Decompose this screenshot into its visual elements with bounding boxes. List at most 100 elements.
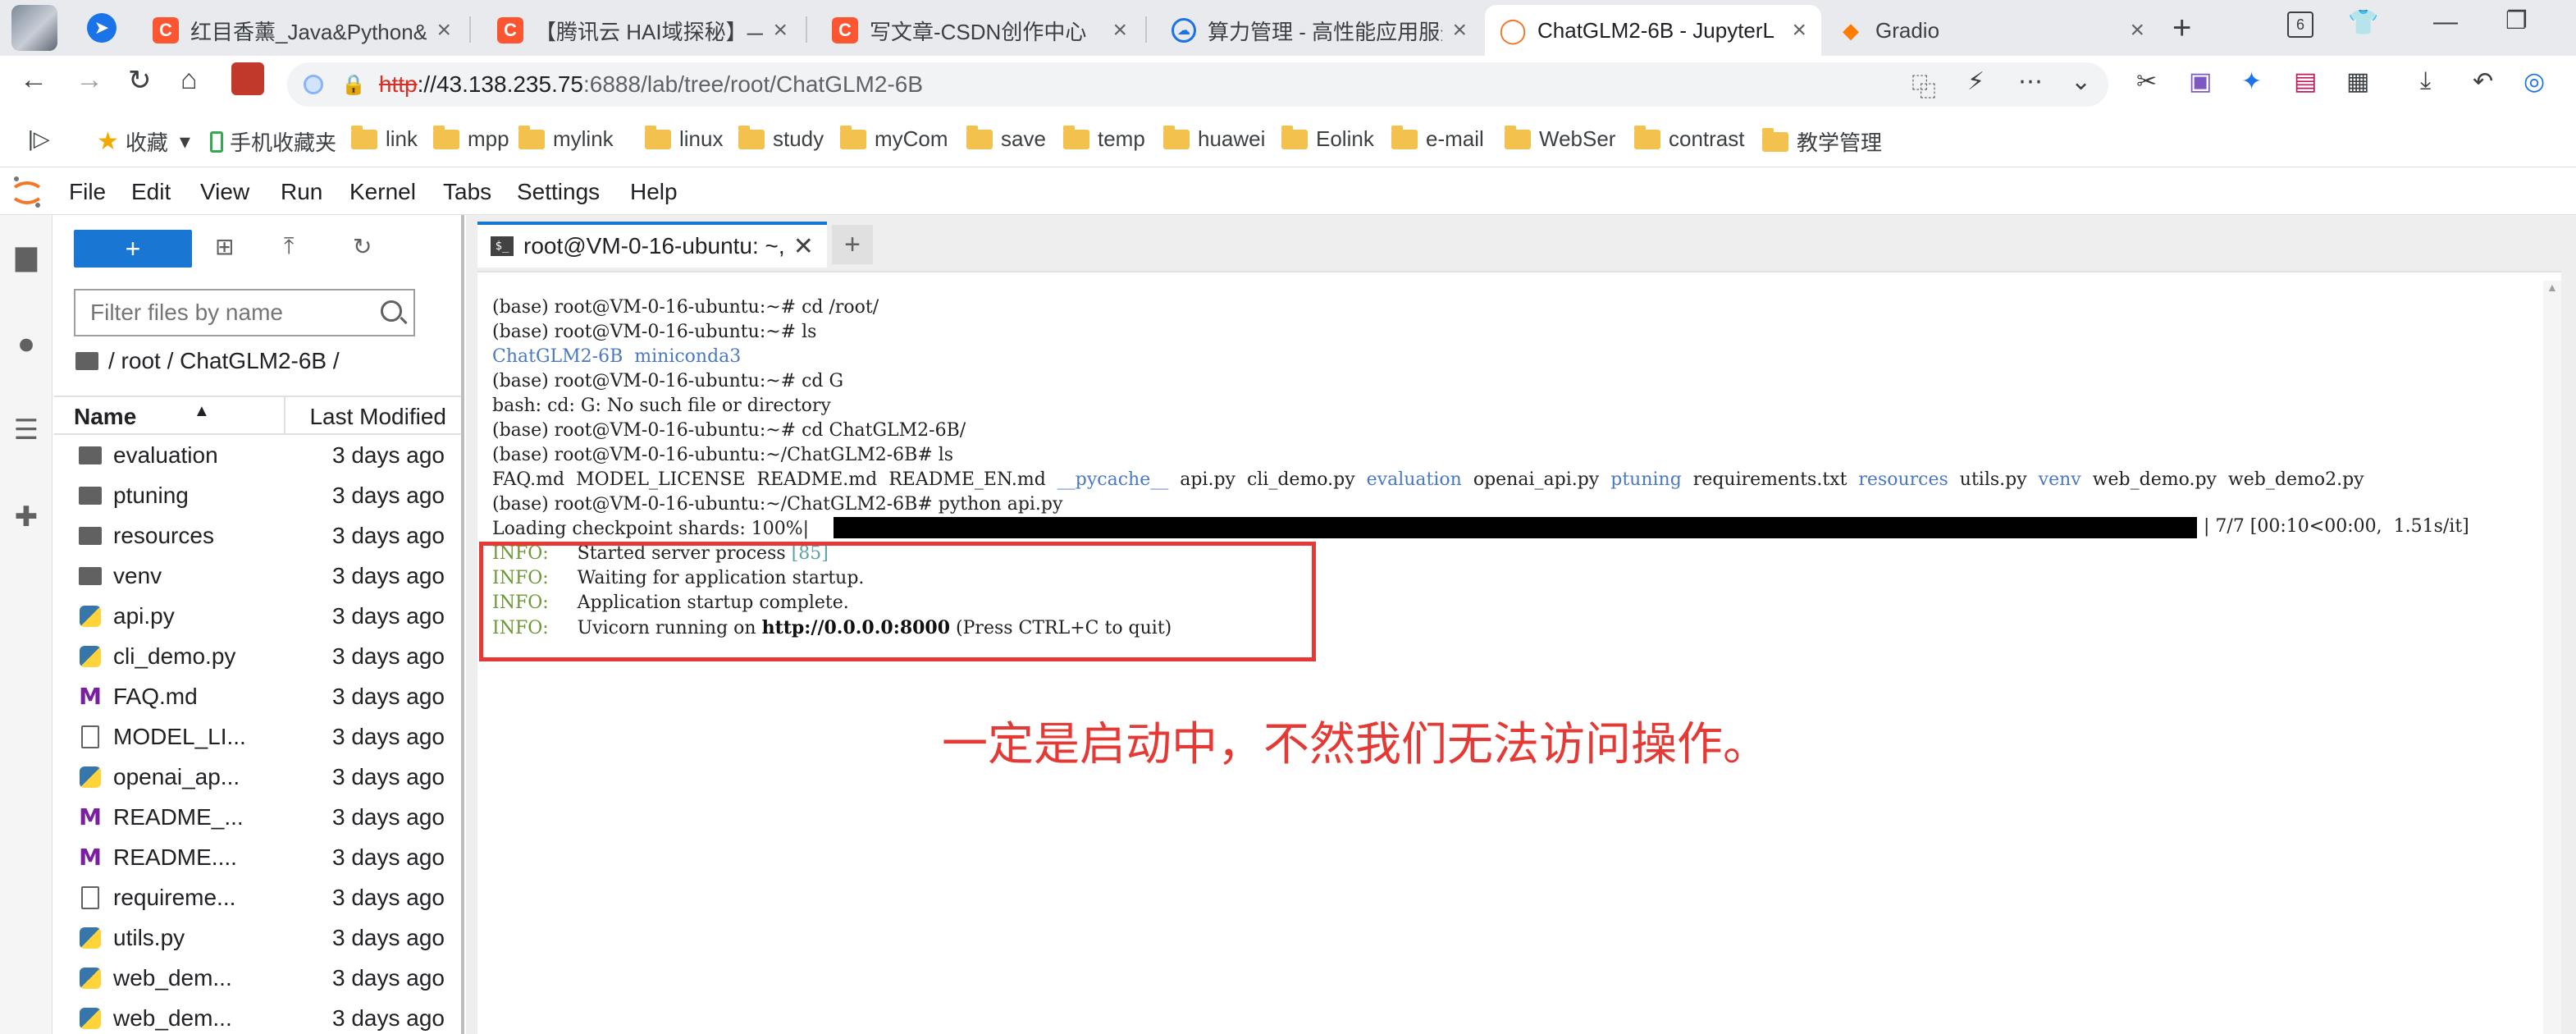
profile-avatar[interactable]: [11, 5, 57, 51]
bookmark-item[interactable]: 手机收藏夹: [210, 126, 336, 157]
scissors-icon[interactable]: ✂: [2136, 67, 2157, 96]
file-row[interactable]: M FAQ.md 3 days ago: [54, 676, 461, 716]
bookmark-item[interactable]: Eolink: [1281, 125, 1374, 152]
tshirt-icon[interactable]: 👕: [2348, 8, 2378, 37]
bookmark-item[interactable]: huawei: [1163, 125, 1265, 152]
close-tab-icon[interactable]: ×: [2130, 16, 2144, 44]
minimize-icon[interactable]: —: [2433, 8, 2458, 36]
refresh-icon[interactable]: ↻: [353, 233, 372, 260]
menu-item[interactable]: Edit: [131, 179, 171, 205]
site-info-icon[interactable]: [304, 75, 323, 94]
browser-tab[interactable]: C 【腾讯云 HAI域探秘】—— ×: [482, 5, 802, 56]
bookmark-item[interactable]: save: [966, 125, 1046, 152]
bookmark-item[interactable]: ★ 收藏 ▾: [97, 126, 190, 157]
undo-icon[interactable]: ↶: [2473, 67, 2493, 96]
bookmark-item[interactable]: temp: [1063, 125, 1145, 152]
terminal-tab[interactable]: $_ root@VM-0-16-ubuntu: ~, ✕: [477, 222, 827, 268]
close-tab-icon[interactable]: ×: [1792, 16, 1806, 44]
terminal-scrollbar[interactable]: [2543, 281, 2561, 1034]
file-row[interactable]: cli_demo.py 3 days ago: [54, 636, 461, 676]
bookmark-item[interactable]: contrast: [1634, 125, 1745, 152]
translate-ext-icon[interactable]: ▣: [2189, 67, 2212, 96]
translate-icon[interactable]: ⿻: [1911, 67, 1936, 103]
file-row[interactable]: ptuning 3 days ago: [54, 475, 461, 515]
chevron-down-icon[interactable]: ⌄: [2071, 67, 2091, 96]
add-tab-button[interactable]: +: [832, 225, 873, 264]
ai-ext-icon[interactable]: ✦: [2241, 67, 2262, 96]
file-row[interactable]: openai_ap... 3 days ago: [54, 757, 461, 797]
bookmark-item[interactable]: mylink: [518, 125, 614, 152]
more-dots-icon[interactable]: ⋯: [2018, 67, 2043, 96]
column-name[interactable]: Name: [74, 404, 136, 430]
chevron-down-icon[interactable]: ▾: [180, 129, 190, 154]
bookmark-item[interactable]: e-mail: [1391, 125, 1484, 152]
new-launcher-button[interactable]: +: [74, 230, 192, 268]
back-icon[interactable]: ←: [20, 64, 48, 96]
file-row[interactable]: venv 3 days ago: [54, 556, 461, 596]
close-tab-icon[interactable]: ×: [436, 16, 451, 44]
browser-tab[interactable]: ◯ ChatGLM2-6B - JupyterL ×: [1485, 5, 1821, 56]
menu-item[interactable]: Run: [281, 179, 322, 205]
running-stop-icon[interactable]: ⏺: [10, 328, 43, 361]
folder-icon[interactable]: [75, 352, 98, 370]
file-row[interactable]: evaluation 3 days ago: [54, 435, 461, 475]
file-row[interactable]: web_dem... 3 days ago: [54, 958, 461, 998]
close-tab-icon[interactable]: ×: [1452, 16, 1467, 44]
bookmark-item[interactable]: linux: [645, 125, 723, 152]
file-row[interactable]: MODEL_LI... 3 days ago: [54, 716, 461, 757]
reader-ext-icon[interactable]: ▤: [2294, 67, 2317, 96]
download-icon[interactable]: ⤓: [2420, 67, 2431, 95]
toc-list-icon[interactable]: ☰: [10, 414, 43, 446]
column-divider[interactable]: [284, 397, 285, 433]
forward-icon[interactable]: →: [75, 64, 103, 96]
insecure-lock-icon[interactable]: 🔒: [341, 73, 366, 97]
browser-tab[interactable]: ◆ Gradio ×: [1823, 5, 2159, 56]
close-tab-icon[interactable]: ×: [1112, 16, 1127, 44]
file-row[interactable]: M README.... 3 days ago: [54, 837, 461, 877]
sort-caret-icon[interactable]: ▲: [194, 402, 210, 421]
upload-icon[interactable]: ⤒: [284, 233, 294, 260]
menu-item[interactable]: Settings: [517, 179, 600, 205]
menu-item[interactable]: Help: [630, 179, 678, 205]
reload-icon[interactable]: ↻: [128, 64, 152, 97]
bookmark-item[interactable]: link: [351, 125, 418, 152]
file-row[interactable]: utils.py 3 days ago: [54, 917, 461, 958]
edge-profile-icon[interactable]: ◎: [2523, 67, 2545, 96]
bookmark-item[interactable]: myCom: [840, 125, 948, 152]
browser-tab[interactable]: C 写文章-CSDN创作中心 ×: [817, 5, 1142, 56]
extension-puzzle-icon[interactable]: ✚: [10, 501, 43, 533]
bookmark-item[interactable]: 教学管理: [1762, 126, 1882, 157]
column-last-modified[interactable]: Last Modified: [309, 404, 446, 430]
filter-files-input[interactable]: [90, 300, 369, 326]
browser-tab[interactable]: ☁ 算力管理 - 高性能应用服务 ×: [1157, 5, 1482, 56]
menu-item[interactable]: Tabs: [443, 179, 491, 205]
file-row[interactable]: api.py 3 days ago: [54, 596, 461, 636]
menu-item[interactable]: Kernel: [349, 179, 416, 205]
file-row[interactable]: M README_... 3 days ago: [54, 797, 461, 837]
sidebar-toggle-icon[interactable]: |▷: [28, 126, 50, 152]
bookmark-item[interactable]: mpp: [433, 125, 509, 152]
file-name: requireme...: [113, 884, 236, 910]
browser-tab[interactable]: C 红目香薰_Java&Python&N ×: [138, 5, 466, 56]
browser-shield-icon[interactable]: ➤: [87, 13, 116, 43]
close-icon[interactable]: ✕: [793, 232, 814, 261]
folder-icon[interactable]: ▆: [10, 240, 43, 272]
tab-count-badge[interactable]: 6: [2287, 11, 2313, 38]
new-tab-button[interactable]: +: [2172, 10, 2191, 47]
bookmark-item[interactable]: study: [738, 125, 824, 152]
file-row[interactable]: requireme... 3 days ago: [54, 877, 461, 917]
menu-item[interactable]: File: [69, 179, 106, 205]
breadcrumb-path[interactable]: / root / ChatGLM2-6B /: [108, 348, 340, 374]
lightning-icon[interactable]: ⚡: [1967, 67, 1985, 96]
apps-grid-icon[interactable]: ▦: [2346, 67, 2369, 96]
file-row[interactable]: web_dem... 3 days ago: [54, 998, 461, 1034]
url-omnibox[interactable]: 🔒 http://43.138.235.75:6888/lab/tree/roo…: [287, 62, 2108, 107]
home-icon[interactable]: ⌂: [180, 64, 198, 96]
new-folder-icon[interactable]: ⊞: [215, 233, 234, 260]
extension-briefcase-icon[interactable]: [231, 62, 264, 95]
close-tab-icon[interactable]: ×: [773, 16, 788, 44]
bookmark-item[interactable]: WebSer: [1505, 125, 1615, 152]
menu-item[interactable]: View: [200, 179, 249, 205]
file-row[interactable]: resources 3 days ago: [54, 515, 461, 556]
restore-icon[interactable]: ❐: [2505, 7, 2528, 35]
